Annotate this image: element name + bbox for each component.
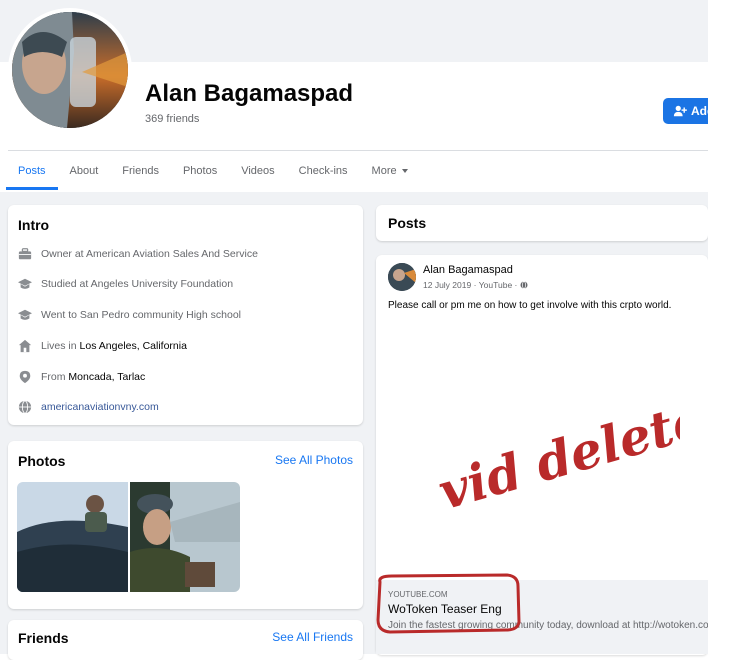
globe-icon xyxy=(18,400,32,414)
home-icon xyxy=(18,339,32,353)
intro-item-from-place[interactable]: Moncada, Tarlac xyxy=(68,371,145,383)
graduation-cap-icon xyxy=(18,309,32,320)
tab-friends-label: Friends xyxy=(122,165,159,177)
vid-deleted-annotation: vid deleted xyxy=(432,380,680,510)
meta-separator: · xyxy=(471,280,479,290)
post-date[interactable]: 12 July 2019 xyxy=(423,280,471,290)
posts-title: Posts xyxy=(388,215,427,231)
intro-item-lives-in: Lives in Los Angeles, California xyxy=(18,339,187,353)
intro-item-lives-in-prefix: Lives in xyxy=(41,340,80,352)
intro-item-from: From Moncada, Tarlac xyxy=(18,370,145,384)
intro-item-education-2: Went to San Pedro community High school xyxy=(18,308,241,322)
tab-check-ins-label: Check-ins xyxy=(298,165,348,177)
posts-header-card: Posts xyxy=(376,205,708,241)
tab-check-ins[interactable]: Check-ins xyxy=(287,152,360,190)
intro-card: Intro Owner at American Aviation Sales A… xyxy=(8,205,363,425)
tab-photos-label: Photos xyxy=(182,165,218,177)
intro-item-work-text: Owner at American Aviation Sales And Ser… xyxy=(41,248,258,260)
photo-thumbnail[interactable] xyxy=(17,482,128,592)
photos-title: Photos xyxy=(18,453,66,469)
location-pin-icon xyxy=(19,370,31,384)
friends-count[interactable]: 369 friends xyxy=(145,113,199,125)
intro-item-education-2-text: Went to San Pedro community High school xyxy=(41,309,241,321)
tab-more-label: More xyxy=(371,165,397,177)
tab-about-label: About xyxy=(69,165,99,177)
intro-item-education-1-text: Studied at Angeles University Foundation xyxy=(41,278,234,290)
globe-privacy-icon xyxy=(520,281,528,289)
profile-tabs: Posts About Friends Photos Videos Check-… xyxy=(0,152,708,190)
meta-separator: · xyxy=(512,280,520,290)
see-all-photos-link[interactable]: See All Photos xyxy=(275,453,353,467)
caret-down-icon xyxy=(401,169,408,173)
annotation-text: vid deleted xyxy=(432,380,680,510)
intro-item-from-prefix: From xyxy=(41,371,69,383)
post-author-name[interactable]: Alan Bagamaspad xyxy=(423,264,513,276)
see-all-friends-link[interactable]: See All Friends xyxy=(272,630,353,644)
intro-title: Intro xyxy=(18,217,50,233)
post-author-avatar[interactable] xyxy=(388,263,416,291)
nav-divider xyxy=(8,150,708,151)
tab-videos[interactable]: Videos xyxy=(229,152,286,190)
tab-more[interactable]: More xyxy=(360,152,420,190)
right-margin xyxy=(708,0,730,654)
post-text: Please call or pm me on how to get invol… xyxy=(388,300,672,311)
tab-videos-label: Videos xyxy=(241,165,275,177)
profile-name: Alan Bagamaspad xyxy=(145,80,354,107)
tab-posts[interactable]: Posts xyxy=(6,152,58,190)
intro-item-lives-in-place[interactable]: Los Angeles, California xyxy=(80,340,187,352)
add-person-icon xyxy=(673,105,687,117)
friends-card: Friends See All Friends xyxy=(8,620,363,660)
tab-friends[interactable]: Friends xyxy=(110,152,171,190)
intro-item-work: Owner at American Aviation Sales And Ser… xyxy=(18,247,258,261)
tab-posts-label: Posts xyxy=(18,165,46,177)
profile-avatar[interactable] xyxy=(8,8,132,132)
post-source: YouTube xyxy=(478,280,513,290)
intro-item-education-1: Studied at Angeles University Foundation xyxy=(18,277,233,291)
photo-thumbnail[interactable] xyxy=(130,482,240,592)
website-link[interactable]: americanaviationvny.com xyxy=(41,401,159,413)
friends-title: Friends xyxy=(18,630,69,646)
graduation-cap-icon xyxy=(18,278,32,289)
post-meta: 12 July 2019 · YouTube · xyxy=(423,280,528,290)
briefcase-icon xyxy=(18,248,32,260)
red-highlight-circle xyxy=(376,573,521,634)
intro-item-website: americanaviationvny.com xyxy=(18,400,159,414)
tab-about[interactable]: About xyxy=(58,152,111,190)
tab-photos[interactable]: Photos xyxy=(171,152,229,190)
